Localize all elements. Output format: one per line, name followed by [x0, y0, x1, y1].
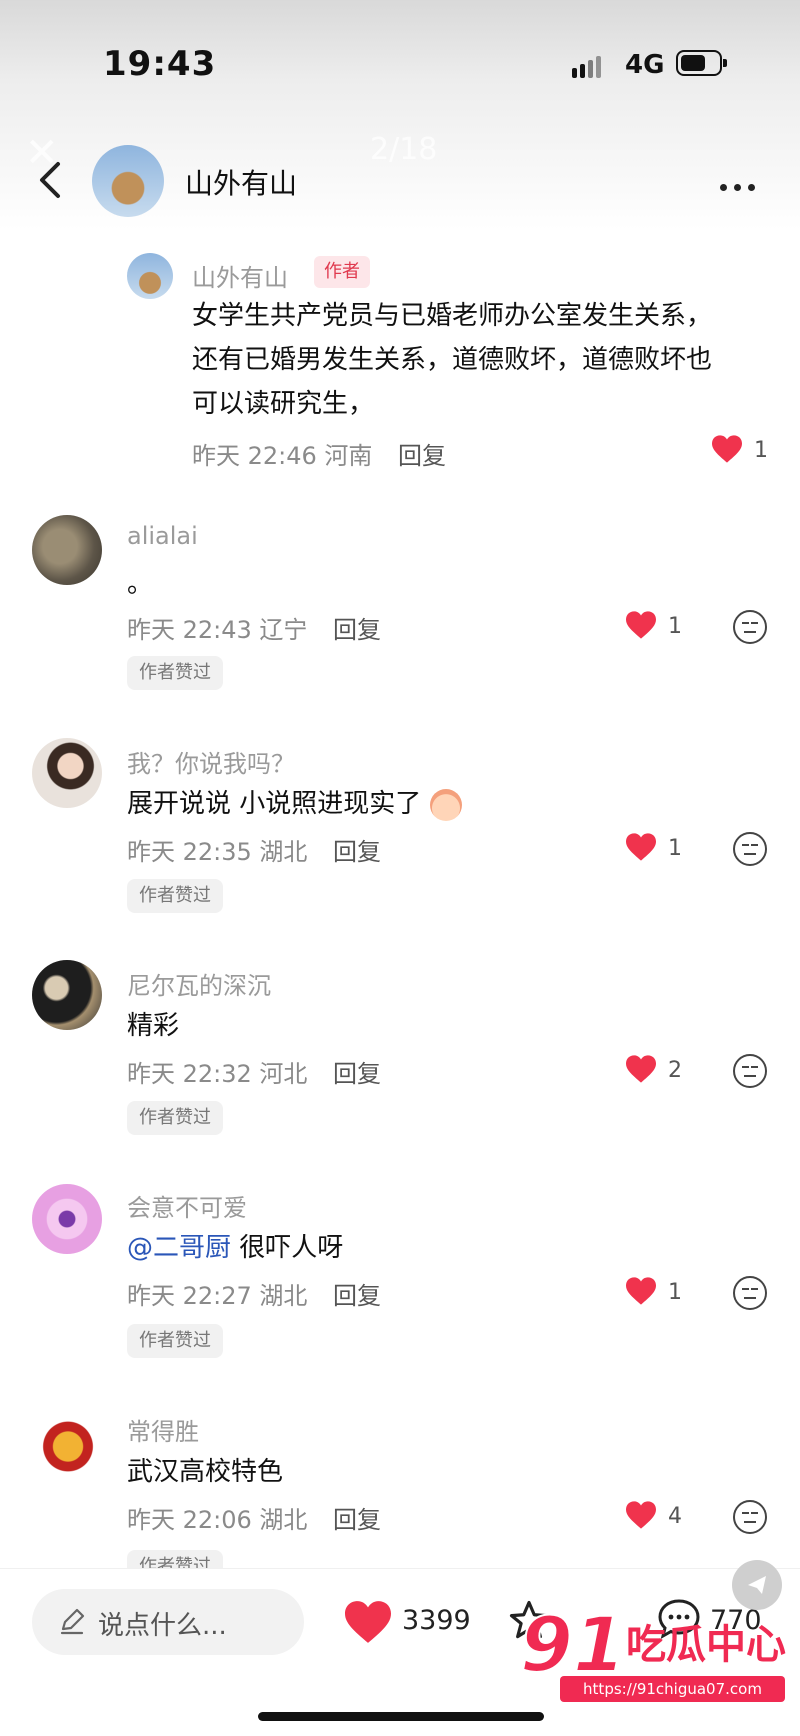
- reply-button[interactable]: 回复: [333, 610, 381, 645]
- mention-link[interactable]: @二哥厨: [127, 1233, 231, 1263]
- reply-button[interactable]: 回复: [333, 1276, 381, 1311]
- comment-time: 昨天 22:46 河南: [192, 442, 373, 470]
- pencil-icon: [60, 1608, 85, 1635]
- like-count: 4: [668, 1504, 682, 1529]
- home-indicator: [258, 1712, 544, 1721]
- like-count: 2: [668, 1058, 682, 1083]
- avatar[interactable]: [32, 960, 102, 1030]
- heart-icon[interactable]: [710, 434, 744, 464]
- author-liked-badge: 作者赞过: [127, 1101, 223, 1135]
- input-placeholder: 说点什么...: [98, 1611, 227, 1641]
- comment-author-name[interactable]: alialai: [127, 522, 198, 550]
- heart-icon[interactable]: [624, 1500, 658, 1530]
- comment-time: 昨天 22:06 湖北: [127, 1506, 308, 1534]
- emoji-reaction-icon[interactable]: [733, 610, 767, 644]
- watermark-text: 吃瓜中心: [626, 1622, 786, 1668]
- author-tag: 作者: [314, 256, 370, 288]
- watermark-logo: 91 吃瓜中心 https://91chigua07.com: [519, 1599, 790, 1702]
- signal-icon: [572, 52, 612, 82]
- comment-text: 武汉高校特色: [127, 1457, 284, 1487]
- heart-icon[interactable]: [624, 1276, 658, 1306]
- emoji-reaction-icon[interactable]: [733, 1500, 767, 1534]
- like-button[interactable]: [342, 1599, 394, 1645]
- like-count: 1: [754, 438, 768, 463]
- battery-icon: [676, 50, 727, 76]
- comment-time: 昨天 22:32 河北: [127, 1060, 308, 1088]
- heart-icon[interactable]: [624, 832, 658, 862]
- comment-author-name[interactable]: 尼尔瓦的深沉: [127, 966, 271, 1001]
- status-bar: 19:43 4G: [0, 0, 800, 130]
- emoji-reaction-icon[interactable]: [733, 1276, 767, 1310]
- comment-author-name[interactable]: 我？你说我吗？: [127, 744, 295, 779]
- author-liked-badge: 作者赞过: [127, 1324, 223, 1358]
- crying-emoji-icon: [429, 788, 462, 821]
- author-liked-badge: 作者赞过: [127, 656, 223, 690]
- emoji-reaction-icon[interactable]: [733, 832, 767, 866]
- reply-button[interactable]: 回复: [333, 832, 381, 867]
- reply-button[interactable]: 回复: [398, 436, 446, 471]
- more-icon[interactable]: [720, 176, 762, 195]
- comment-time: 昨天 22:27 湖北: [127, 1282, 308, 1310]
- avatar[interactable]: [32, 738, 102, 808]
- author-liked-badge: 作者赞过: [127, 879, 223, 913]
- like-count: 1: [668, 836, 682, 861]
- comment-author-name[interactable]: 常得胜: [127, 1412, 199, 1447]
- comment-text: 。: [127, 569, 154, 599]
- like-count: 1: [668, 1280, 682, 1305]
- comment-author-name[interactable]: 会意不可爱: [127, 1188, 247, 1223]
- avatar[interactable]: [32, 1184, 102, 1254]
- comment-text: @二哥厨 很吓人呀: [127, 1233, 344, 1263]
- comment-text: 展开说说 小说照进现实了: [127, 782, 462, 826]
- like-total: 3399: [402, 1605, 471, 1636]
- comment-author-name[interactable]: 山外有山: [192, 258, 288, 293]
- heart-icon[interactable]: [624, 1054, 658, 1084]
- comment-text: 女学生共产党员与已婚老师办公室发生关系， 还有已婚男发生关系，道德败坏，道德败坏…: [192, 301, 713, 419]
- comment-input[interactable]: 说点什么...: [32, 1589, 304, 1655]
- header: 山外有山: [0, 140, 800, 220]
- emoji-reaction-icon[interactable]: [733, 1054, 767, 1088]
- comment-time: 昨天 22:43 辽宁: [127, 616, 308, 644]
- back-icon[interactable]: [36, 160, 66, 200]
- status-time: 19:43: [103, 44, 217, 84]
- comment-text: 精彩: [127, 1011, 180, 1041]
- network-type: 4G: [625, 50, 665, 80]
- watermark-url: https://91chigua07.com: [560, 1676, 785, 1702]
- reply-button[interactable]: 回复: [333, 1054, 381, 1089]
- comment-time: 昨天 22:35 湖北: [127, 838, 308, 866]
- avatar[interactable]: [92, 145, 164, 217]
- avatar[interactable]: [38, 1408, 98, 1478]
- like-count: 1: [668, 614, 682, 639]
- page-title[interactable]: 山外有山: [185, 162, 297, 202]
- avatar[interactable]: [127, 253, 173, 299]
- heart-icon[interactable]: [624, 610, 658, 640]
- avatar[interactable]: [32, 515, 102, 585]
- reply-button[interactable]: 回复: [333, 1500, 381, 1535]
